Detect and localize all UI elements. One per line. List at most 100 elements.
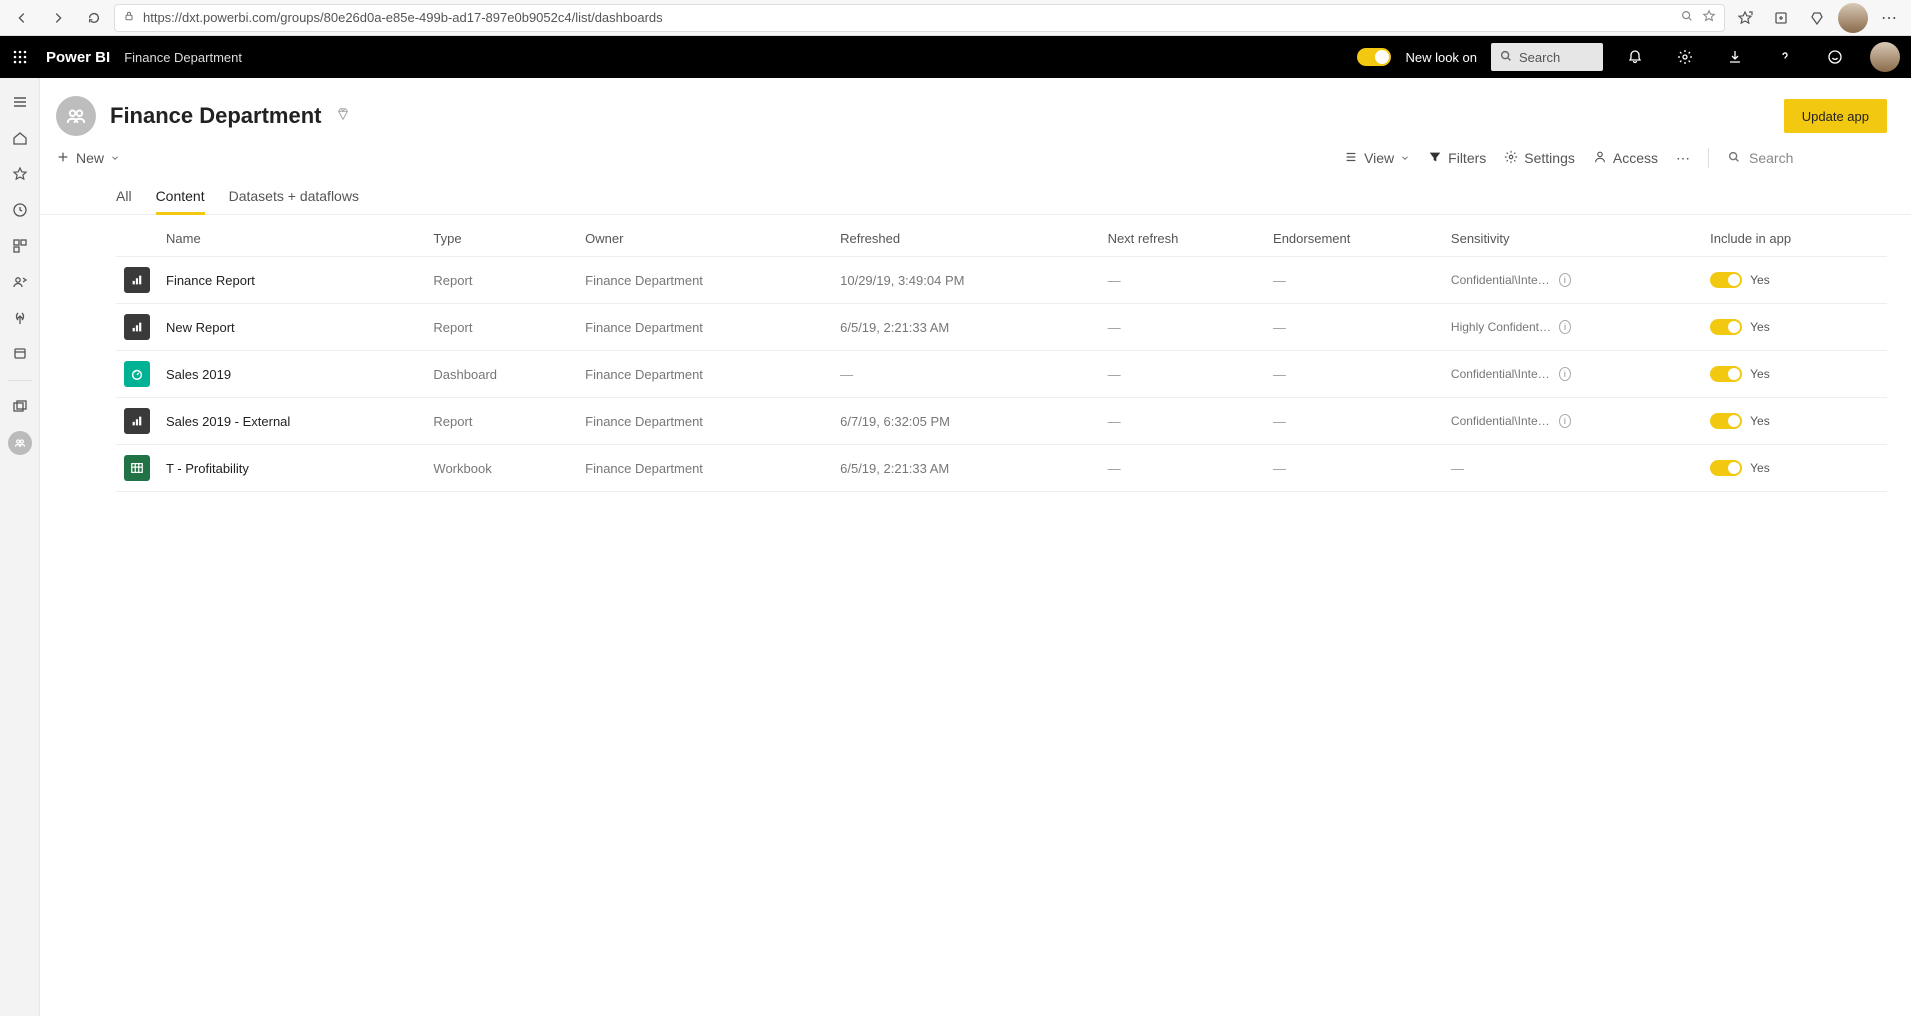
new-button[interactable]: New bbox=[56, 150, 120, 167]
include-toggle[interactable] bbox=[1710, 460, 1742, 476]
nav-recent-icon[interactable] bbox=[4, 194, 36, 226]
item-type: Report bbox=[425, 257, 577, 304]
view-button[interactable]: View bbox=[1344, 150, 1410, 167]
tab-all[interactable]: All bbox=[116, 182, 132, 214]
global-search-input[interactable]: Search bbox=[1491, 43, 1603, 71]
include-toggle[interactable] bbox=[1710, 319, 1742, 335]
view-label: View bbox=[1364, 150, 1394, 166]
item-endorsement: — bbox=[1265, 445, 1443, 492]
col-next-refresh[interactable]: Next refresh bbox=[1100, 215, 1265, 257]
help-icon[interactable] bbox=[1767, 39, 1803, 75]
nav-learn-icon[interactable] bbox=[4, 338, 36, 370]
access-button[interactable]: Access bbox=[1593, 150, 1658, 167]
star-outline-icon[interactable] bbox=[1702, 9, 1716, 26]
include-toggle[interactable] bbox=[1710, 413, 1742, 429]
gear-icon bbox=[1504, 150, 1518, 167]
item-name[interactable]: T - Profitability bbox=[158, 445, 425, 492]
search-icon bbox=[1727, 150, 1741, 167]
profile-avatar bbox=[1838, 3, 1868, 33]
refresh-button[interactable] bbox=[78, 4, 110, 32]
item-type: Workbook bbox=[425, 445, 577, 492]
nav-apps-icon[interactable] bbox=[4, 230, 36, 262]
include-toggle[interactable] bbox=[1710, 272, 1742, 288]
notifications-icon[interactable] bbox=[1617, 39, 1653, 75]
chevron-down-icon bbox=[110, 150, 120, 166]
col-owner[interactable]: Owner bbox=[577, 215, 832, 257]
table-row[interactable]: Sales 2019DashboardFinance Department———… bbox=[116, 351, 1887, 398]
search-placeholder: Search bbox=[1519, 50, 1560, 65]
col-name[interactable]: Name bbox=[158, 215, 425, 257]
item-type: Report bbox=[425, 304, 577, 351]
lock-icon bbox=[123, 10, 135, 25]
workspace-avatar bbox=[56, 96, 96, 136]
profile-icon[interactable] bbox=[1837, 4, 1869, 32]
item-refreshed: 6/7/19, 6:32:05 PM bbox=[832, 398, 1099, 445]
table-row[interactable]: Sales 2019 - ExternalReportFinance Depar… bbox=[116, 398, 1887, 445]
plus-icon bbox=[56, 150, 70, 167]
tab-datasets-dataflows[interactable]: Datasets + dataflows bbox=[229, 182, 359, 214]
item-refreshed: 6/5/19, 2:21:33 AM bbox=[832, 304, 1099, 351]
extension-icon[interactable] bbox=[1801, 4, 1833, 32]
item-name[interactable]: Sales 2019 bbox=[158, 351, 425, 398]
item-type-icon bbox=[124, 455, 150, 481]
include-toggle[interactable] bbox=[1710, 366, 1742, 382]
settings-button[interactable]: Settings bbox=[1504, 150, 1575, 167]
product-brand[interactable]: Power BI bbox=[46, 49, 110, 66]
new-look-toggle[interactable] bbox=[1357, 48, 1391, 66]
forward-button[interactable] bbox=[42, 4, 74, 32]
item-next-refresh: — bbox=[1100, 257, 1265, 304]
col-refreshed[interactable]: Refreshed bbox=[832, 215, 1099, 257]
more-icon[interactable]: ⋯ bbox=[1873, 4, 1905, 32]
filter-icon bbox=[1428, 150, 1442, 167]
update-app-button[interactable]: Update app bbox=[1784, 99, 1887, 133]
table-row[interactable]: New ReportReportFinance Department6/5/19… bbox=[116, 304, 1887, 351]
table-header-row: Name Type Owner Refreshed Next refresh E… bbox=[116, 215, 1887, 257]
col-sensitivity[interactable]: Sensitivity bbox=[1443, 215, 1702, 257]
sensitivity-value: Confidential\Internal-... bbox=[1451, 367, 1553, 381]
info-icon[interactable]: i bbox=[1559, 273, 1571, 287]
nav-current-workspace-icon[interactable] bbox=[4, 427, 36, 459]
main-content: Finance Department Update app New bbox=[40, 78, 1911, 1016]
breadcrumb[interactable]: Finance Department bbox=[124, 50, 242, 65]
workspace-header: Finance Department Update app bbox=[40, 78, 1911, 144]
item-name[interactable]: Sales 2019 - External bbox=[158, 398, 425, 445]
filters-button[interactable]: Filters bbox=[1428, 150, 1486, 167]
app-launcher-icon[interactable] bbox=[8, 45, 32, 69]
page-title: Finance Department bbox=[110, 103, 322, 129]
user-avatar[interactable] bbox=[1867, 39, 1903, 75]
table-row[interactable]: Finance ReportReportFinance Department10… bbox=[116, 257, 1887, 304]
url-text: https://dxt.powerbi.com/groups/80e26d0a-… bbox=[143, 10, 1672, 25]
info-icon[interactable]: i bbox=[1559, 320, 1571, 334]
download-icon[interactable] bbox=[1717, 39, 1753, 75]
nav-shared-icon[interactable] bbox=[4, 266, 36, 298]
col-endorsement[interactable]: Endorsement bbox=[1265, 215, 1443, 257]
nav-favorites-icon[interactable] bbox=[4, 158, 36, 190]
list-search-input[interactable]: Search bbox=[1727, 150, 1887, 167]
info-icon[interactable]: i bbox=[1559, 367, 1571, 381]
tab-content[interactable]: Content bbox=[156, 182, 205, 214]
more-options-button[interactable]: ⋯ bbox=[1676, 150, 1690, 167]
sensitivity-value: — bbox=[1451, 461, 1464, 476]
new-label: New bbox=[76, 150, 104, 166]
address-bar[interactable]: https://dxt.powerbi.com/groups/80e26d0a-… bbox=[114, 4, 1725, 32]
search-placeholder: Search bbox=[1749, 150, 1793, 166]
item-name[interactable]: New Report bbox=[158, 304, 425, 351]
info-icon[interactable]: i bbox=[1559, 414, 1571, 428]
col-type[interactable]: Type bbox=[425, 215, 577, 257]
favorites-star-icon[interactable] bbox=[1729, 4, 1761, 32]
zoom-icon[interactable] bbox=[1680, 9, 1694, 26]
nav-hamburger-icon[interactable] bbox=[4, 86, 36, 118]
settings-gear-icon[interactable] bbox=[1667, 39, 1703, 75]
back-button[interactable] bbox=[6, 4, 38, 32]
nav-deployment-icon[interactable] bbox=[4, 302, 36, 334]
item-name[interactable]: Finance Report bbox=[158, 257, 425, 304]
col-include[interactable]: Include in app bbox=[1702, 215, 1887, 257]
feedback-smile-icon[interactable] bbox=[1817, 39, 1853, 75]
item-type-icon bbox=[124, 267, 150, 293]
collections-icon[interactable] bbox=[1765, 4, 1797, 32]
item-refreshed: — bbox=[832, 351, 1099, 398]
table-row[interactable]: T - ProfitabilityWorkbookFinance Departm… bbox=[116, 445, 1887, 492]
nav-workspaces-icon[interactable] bbox=[4, 391, 36, 423]
item-refreshed: 10/29/19, 3:49:04 PM bbox=[832, 257, 1099, 304]
nav-home-icon[interactable] bbox=[4, 122, 36, 154]
